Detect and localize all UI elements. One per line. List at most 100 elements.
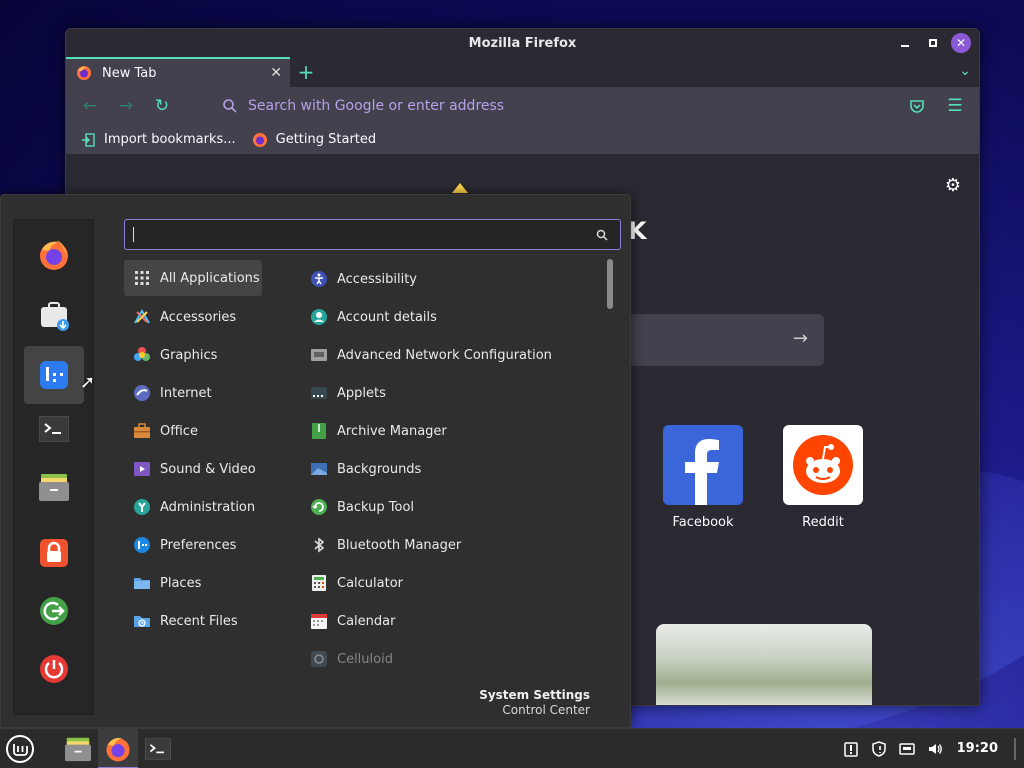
url-bar[interactable]: Search with Google or enter address bbox=[212, 91, 832, 121]
app-calendar[interactable]: Calendar bbox=[301, 602, 601, 640]
category-label: Graphics bbox=[160, 347, 218, 363]
mouse-cursor-icon: ➚ bbox=[80, 372, 96, 393]
logout-icon bbox=[40, 597, 68, 625]
reddit-icon bbox=[783, 425, 863, 505]
search-icon bbox=[220, 96, 240, 116]
footer-title: System Settings bbox=[479, 688, 590, 702]
recent-files-icon bbox=[132, 611, 152, 631]
category-label: Administration bbox=[160, 499, 256, 515]
app-archive-manager[interactable]: Archive Manager bbox=[301, 412, 601, 450]
story-card-image[interactable] bbox=[656, 624, 872, 705]
firefox-titlebar[interactable]: Mozilla Firefox ✕ bbox=[66, 29, 979, 57]
app-backup-tool[interactable]: Backup Tool bbox=[301, 488, 601, 526]
facebook-icon bbox=[663, 425, 743, 505]
clock[interactable]: 19:20 bbox=[957, 741, 998, 756]
fav-terminal[interactable] bbox=[24, 400, 84, 458]
web-search-box[interactable]: → bbox=[626, 314, 824, 366]
fav-lock-screen[interactable] bbox=[24, 524, 84, 582]
gear-icon[interactable]: ⚙ bbox=[945, 175, 961, 196]
top-site-reddit[interactable]: Reddit bbox=[783, 425, 863, 530]
hamburger-icon: ☰ bbox=[947, 96, 963, 116]
arrow-right-icon[interactable]: → bbox=[793, 328, 808, 349]
minimize-button[interactable] bbox=[895, 33, 915, 53]
firefox-icon bbox=[40, 240, 68, 270]
update-manager-icon[interactable] bbox=[841, 739, 861, 759]
category-accessories[interactable]: Accessories bbox=[124, 298, 304, 336]
new-tab-button[interactable]: + bbox=[290, 57, 322, 87]
network-icon bbox=[309, 345, 329, 365]
show-desktop-button[interactable] bbox=[1014, 737, 1016, 760]
software-manager-icon bbox=[41, 302, 69, 331]
bookmark-getting-started[interactable]: Getting Started bbox=[250, 130, 376, 150]
app-account-details[interactable]: Account details bbox=[301, 298, 601, 336]
category-administration[interactable]: Administration bbox=[124, 488, 304, 526]
app-label: Calendar bbox=[337, 613, 396, 629]
close-button[interactable]: ✕ bbox=[951, 33, 971, 53]
tab-close-icon[interactable]: ✕ bbox=[270, 65, 282, 81]
app-celluloid[interactable]: Celluloid bbox=[301, 640, 601, 668]
app-applets[interactable]: Applets bbox=[301, 374, 601, 412]
category-graphics[interactable]: Graphics bbox=[124, 336, 304, 374]
list-tabs-button[interactable]: ⌄ bbox=[959, 63, 971, 79]
fav-control-center[interactable]: ➚ bbox=[24, 346, 95, 404]
category-label: Office bbox=[160, 423, 198, 439]
taskbar-files[interactable] bbox=[58, 729, 98, 768]
celluloid-icon bbox=[309, 649, 329, 668]
grid-icon bbox=[132, 268, 152, 288]
fav-firefox[interactable] bbox=[24, 226, 84, 284]
backup-icon bbox=[309, 497, 329, 517]
arrow-right-icon: → bbox=[118, 96, 134, 116]
category-preferences[interactable]: Preferences bbox=[124, 526, 304, 564]
application-list-scrollbar[interactable] bbox=[607, 259, 613, 309]
taskbar: 19:20 bbox=[0, 728, 1024, 768]
terminal-icon bbox=[145, 737, 171, 760]
taskbar-firefox[interactable] bbox=[98, 728, 138, 768]
network-icon[interactable] bbox=[897, 739, 917, 759]
app-backgrounds[interactable]: Backgrounds bbox=[301, 450, 601, 488]
bookmark-import[interactable]: Import bookmarks... bbox=[78, 130, 236, 150]
window-title: Mozilla Firefox bbox=[468, 35, 577, 51]
tab-new-tab[interactable]: New Tab ✕ bbox=[66, 57, 290, 87]
pocket-button[interactable] bbox=[901, 92, 933, 120]
fav-files[interactable] bbox=[24, 458, 84, 516]
app-calculator[interactable]: Calculator bbox=[301, 564, 601, 602]
category-all-applications[interactable]: All Applications bbox=[124, 260, 262, 296]
toolbar-right: ☰ bbox=[901, 92, 971, 120]
menu-search-input[interactable] bbox=[124, 219, 621, 250]
reload-button[interactable]: ↻ bbox=[146, 92, 178, 120]
app-advanced-network-configuration[interactable]: Advanced Network Configuration bbox=[301, 336, 601, 374]
import-icon bbox=[78, 130, 98, 150]
maximize-button[interactable] bbox=[923, 33, 943, 53]
footer-subtitle: Control Center bbox=[502, 703, 590, 717]
category-internet[interactable]: Internet bbox=[124, 374, 304, 412]
lock-icon bbox=[40, 539, 68, 567]
firefox-icon bbox=[106, 737, 130, 761]
accessories-icon bbox=[132, 307, 152, 327]
back-button[interactable]: ← bbox=[74, 92, 106, 120]
terminal-icon bbox=[39, 416, 69, 442]
category-office[interactable]: Office bbox=[124, 412, 304, 450]
category-label: Recent Files bbox=[160, 613, 238, 629]
category-places[interactable]: Places bbox=[124, 564, 304, 602]
fav-logout[interactable] bbox=[24, 582, 84, 640]
forward-button[interactable]: → bbox=[110, 92, 142, 120]
category-recent-files[interactable]: Recent Files bbox=[124, 602, 304, 640]
menu-button[interactable] bbox=[0, 729, 40, 768]
shield-icon[interactable] bbox=[869, 739, 889, 759]
pocket-icon bbox=[910, 100, 924, 113]
app-accessibility[interactable]: Accessibility bbox=[301, 260, 601, 298]
app-menu-button[interactable]: ☰ bbox=[939, 92, 971, 120]
taskbar-terminal[interactable] bbox=[138, 729, 178, 768]
firefox-icon bbox=[250, 130, 270, 150]
text-caret bbox=[133, 227, 134, 242]
window-controls: ✕ bbox=[895, 33, 971, 53]
category-label: Places bbox=[160, 575, 202, 591]
files-icon bbox=[39, 474, 69, 501]
app-bluetooth-manager[interactable]: Bluetooth Manager bbox=[301, 526, 601, 564]
top-site-facebook[interactable]: Facebook bbox=[663, 425, 743, 530]
fav-shutdown[interactable] bbox=[24, 640, 84, 698]
category-sound-video[interactable]: Sound & Video bbox=[124, 450, 304, 488]
app-label: Backgrounds bbox=[337, 461, 422, 477]
fav-software-manager[interactable] bbox=[24, 286, 84, 344]
volume-icon[interactable] bbox=[925, 739, 945, 759]
